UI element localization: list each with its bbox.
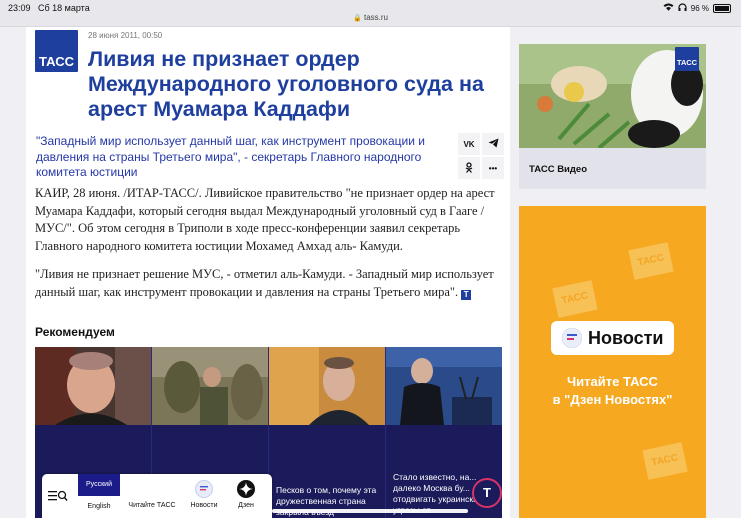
dock-news[interactable]: Новости (184, 474, 224, 518)
promo-line-2: в "Дзен Новостях" (552, 392, 673, 407)
odnoklassniki-icon (465, 161, 473, 175)
ok-share-button[interactable] (458, 157, 480, 179)
end-of-article-badge: Т (461, 289, 472, 300)
article-paragraph-2-text: "Ливия не признает решение МУС, - отмети… (35, 267, 494, 299)
dock-news-label: Новости (190, 502, 218, 509)
recommend-heading: Рекомендуем (35, 325, 115, 339)
more-share-button[interactable]: ••• (482, 157, 504, 179)
recommend-photo-2 (152, 347, 268, 425)
dzen-icon (237, 480, 255, 500)
promo-watermark-1: ТАСС (628, 242, 674, 280)
status-time: 23:09 (8, 3, 31, 13)
promo-line-1: Читайте ТАСС (567, 374, 658, 389)
article-lead: "Западный мир использует данный шаг, как… (36, 134, 425, 179)
recommend-photo-1 (35, 347, 151, 425)
bottom-dock: Русский English Читайте ТАСС Новости Дзе… (42, 474, 272, 518)
dock-read-tass[interactable]: Читайте ТАСС (122, 474, 182, 518)
promo-watermark-2: ТАСС (552, 280, 598, 318)
language-english[interactable]: English (78, 496, 120, 518)
dock-dzen-label: Дзен (238, 502, 254, 509)
share-panel: VK ••• (458, 133, 504, 179)
article-date: 28 июня 2011, 00:50 (88, 31, 163, 40)
paper-plane-icon (488, 138, 499, 150)
battery-percent: 96 % (690, 3, 709, 13)
page: ТАСС 28 июня 2011, 00:50 Ливия не призна… (0, 27, 741, 518)
dock-menu-search[interactable] (42, 474, 78, 518)
recommend-photo-4 (386, 347, 502, 425)
tass-video-block[interactable]: ТАСС ТАСС Видео (519, 44, 706, 189)
recommend-card-3[interactable]: Песков о том, почему эта дружественная с… (269, 347, 386, 518)
headphones-icon (678, 3, 687, 13)
video-tass-logo: ТАСС (675, 47, 699, 71)
news-logo-icon (562, 328, 582, 348)
recommend-photo-3 (269, 347, 385, 425)
telegram-share-button[interactable] (482, 133, 504, 155)
tass-logo[interactable]: ТАСС (35, 30, 78, 72)
address-url: tass.ru (363, 13, 388, 22)
lock-icon: 🔒 (353, 15, 362, 22)
wifi-icon (663, 3, 674, 13)
address-bar[interactable]: 🔒 tass.ru (0, 13, 741, 22)
promo-news-badge: Новости (551, 321, 674, 355)
battery-icon (713, 3, 731, 13)
promo-watermark-3: ТАСС (642, 442, 688, 480)
language-russian[interactable]: Русский (78, 474, 120, 496)
dock-read-tass-label: Читайте ТАСС (128, 502, 176, 509)
dzen-promo-banner[interactable]: ТАСС ТАСС ТАСС Новости Читайте ТАСС в "Д… (519, 206, 706, 518)
article-column: ТАСС 28 июня 2011, 00:50 Ливия не призна… (26, 27, 510, 518)
dock-dzen[interactable]: Дзен (226, 474, 266, 518)
status-bar: 23:09 Сб 18 марта 🔒 tass.ru 96 % (0, 0, 741, 27)
news-icon (195, 480, 213, 500)
promo-text: Читайте ТАСС в "Дзен Новостях" (519, 373, 706, 409)
tass-fab-button[interactable]: T (472, 478, 502, 508)
vk-icon: VK (463, 139, 475, 149)
menu-search-icon (48, 490, 68, 504)
status-indicators: 96 % (663, 3, 731, 13)
status-date: Сб 18 марта (38, 3, 90, 13)
more-icon: ••• (488, 163, 498, 173)
article-paragraph-2: "Ливия не признает решение МУС, - отмети… (35, 266, 505, 301)
article-title: Ливия не признает ордер Международного у… (88, 47, 484, 121)
recommend-card-3-text: Песков о том, почему эта дружественная с… (276, 485, 377, 517)
article-paragraph-1: КАИР, 28 июня. /ИТАР-ТАСС/. Ливийское пр… (35, 186, 495, 253)
tass-video-label: ТАСС Видео (529, 164, 588, 175)
home-indicator[interactable] (272, 509, 468, 513)
promo-brand: Новости (588, 327, 664, 348)
vk-share-button[interactable]: VK (458, 133, 480, 155)
dock-language: Русский English (78, 474, 120, 518)
